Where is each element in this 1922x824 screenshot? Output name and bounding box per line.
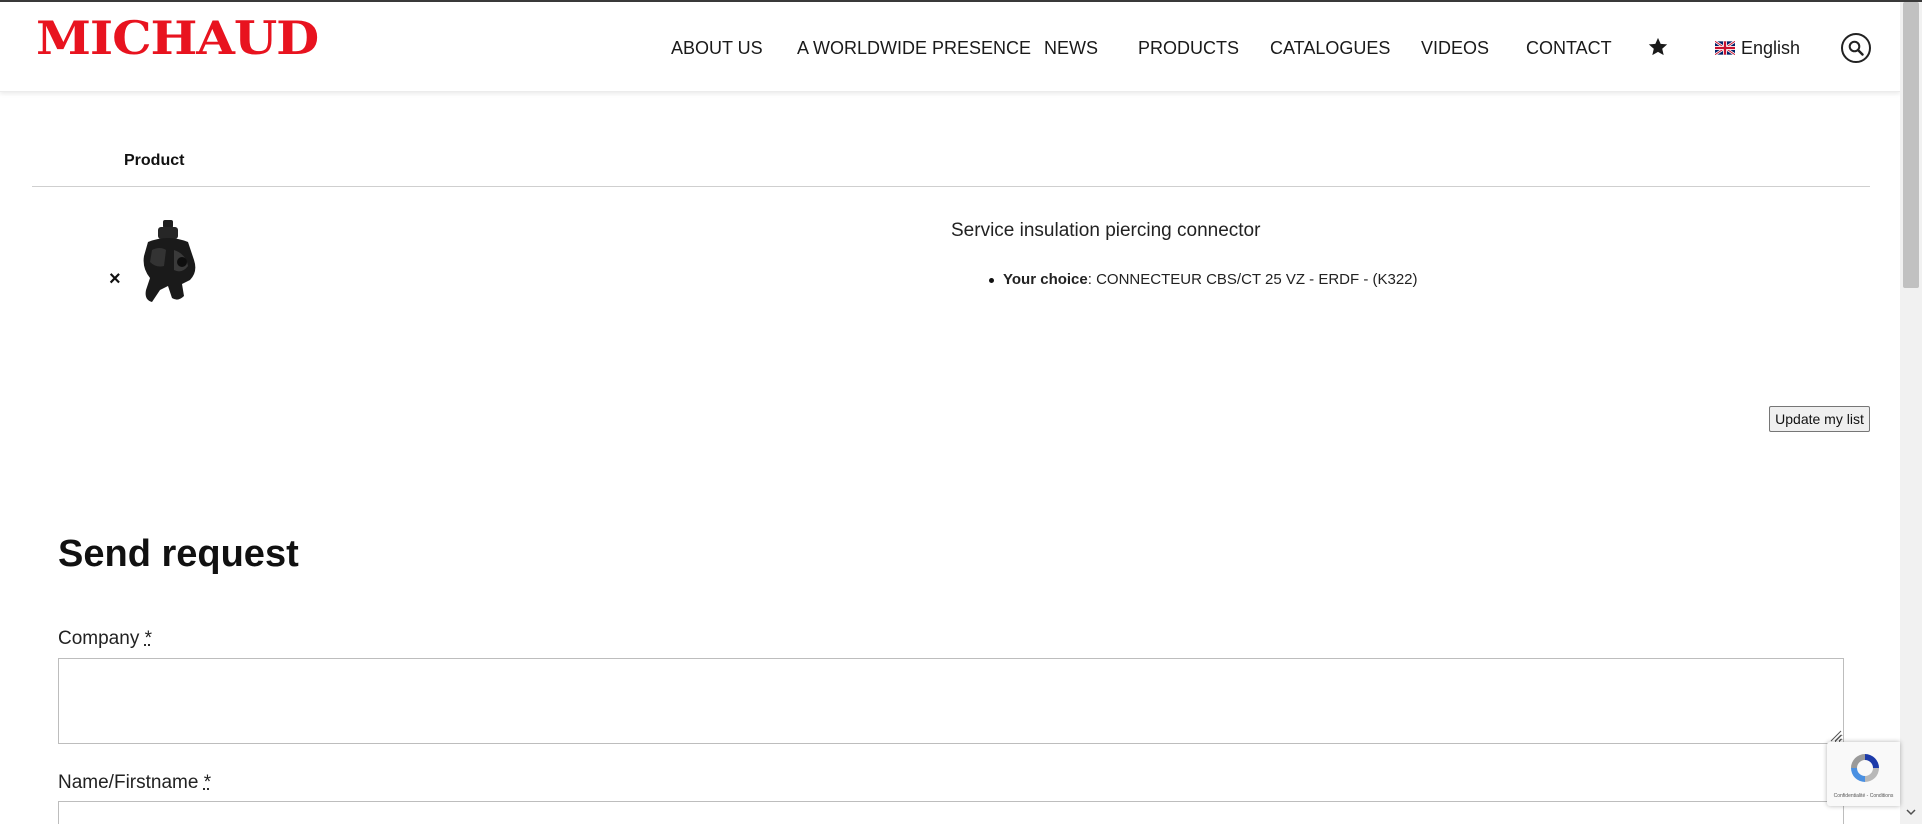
nav-worldwide-presence[interactable]: A WORLDWIDE PRESENCE <box>797 38 1031 58</box>
company-label: Company * <box>58 628 152 650</box>
language-label: English <box>1741 38 1800 58</box>
search-button[interactable] <box>1841 33 1871 63</box>
choice-key: Your choice <box>1003 271 1088 288</box>
product-thumbnail[interactable] <box>138 220 200 304</box>
nav-videos[interactable]: VIDEOS <box>1421 38 1489 58</box>
star-icon[interactable] <box>1647 36 1669 58</box>
site-header: MICHAUD ABOUT US A WORLDWIDE PRESENCE NE… <box>0 2 1900 92</box>
product-options-list: Your choice: CONNECTEUR CBS/CT 25 VZ - E… <box>1003 271 1418 289</box>
michaud-logo[interactable]: MICHAUD <box>36 12 318 64</box>
product-column-header: Product <box>124 152 184 170</box>
form-heading: Send request <box>58 532 299 576</box>
nav-catalogues[interactable]: CATALOGUES <box>1270 38 1390 58</box>
remove-item-icon[interactable]: × <box>109 268 121 290</box>
table-divider <box>32 186 1870 187</box>
nav-about-us[interactable]: ABOUT US <box>671 38 763 58</box>
name-firstname-label: Name/Firstname * <box>58 772 211 794</box>
recaptcha-badge[interactable]: Confidentialité - Conditions <box>1827 742 1900 806</box>
company-field[interactable] <box>58 658 1844 744</box>
search-icon <box>1848 40 1864 56</box>
product-title[interactable]: Service insulation piercing connector <box>951 220 1260 242</box>
name-firstname-field[interactable] <box>58 801 1844 824</box>
uk-flag-icon <box>1715 41 1735 55</box>
nav-products[interactable]: PRODUCTS <box>1138 38 1239 58</box>
scrollbar-thumb[interactable] <box>1903 2 1919 288</box>
required-mark: * <box>145 628 152 649</box>
recaptcha-links[interactable]: Confidentialité - Conditions <box>1830 793 1897 799</box>
page-scrollbar[interactable] <box>1900 2 1922 824</box>
nav-contact[interactable]: CONTACT <box>1526 38 1612 58</box>
product-option-item: Your choice: CONNECTEUR CBS/CT 25 VZ - E… <box>1003 271 1418 289</box>
required-mark: * <box>204 772 211 793</box>
recaptcha-icon <box>1847 750 1883 786</box>
language-selector[interactable]: English <box>1715 38 1800 58</box>
nav-news[interactable]: NEWS <box>1044 38 1098 58</box>
resize-grip-icon[interactable] <box>1828 728 1842 742</box>
list-bullet <box>989 278 994 283</box>
choice-value: : CONNECTEUR CBS/CT 25 VZ - ERDF - (K322… <box>1088 271 1418 288</box>
scroll-down-arrow-icon[interactable] <box>1905 806 1917 818</box>
company-label-text: Company <box>58 628 139 649</box>
update-list-button[interactable]: Update my list <box>1769 406 1870 432</box>
name-firstname-label-text: Name/Firstname <box>58 772 198 793</box>
